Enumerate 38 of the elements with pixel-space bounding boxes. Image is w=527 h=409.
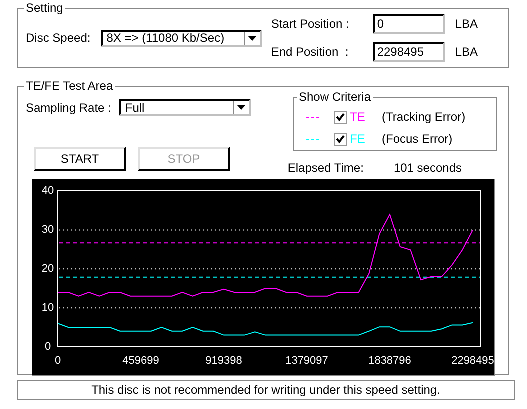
unit-label: LBA: [455, 45, 478, 59]
legend-label: FE: [350, 132, 366, 146]
field-label: Start Position :: [271, 17, 350, 31]
legend-description: (Focus Error): [382, 132, 453, 146]
x-tick-label: 1838796: [368, 355, 412, 367]
field-label: Sampling Rate :: [26, 100, 112, 114]
field-label: Disc Speed:: [26, 31, 91, 45]
checkbox[interactable]: [334, 132, 347, 146]
unit-label: LBA: [455, 17, 478, 31]
y-tick-label: 30: [42, 224, 54, 236]
checkbox[interactable]: [334, 110, 347, 124]
y-tick-label: 40: [42, 185, 54, 198]
legend-line: ---: [306, 110, 322, 124]
group-title: Show Criteria: [297, 90, 374, 104]
end-position-field[interactable]: 2298495: [373, 42, 446, 62]
start-position-field[interactable]: 0: [373, 14, 446, 34]
x-tick-label: 919398: [206, 355, 242, 367]
dropdown-arrow-icon: [248, 36, 257, 40]
x-tick-label: 2298495: [452, 355, 494, 367]
x-tick-label: 0: [54, 355, 62, 367]
group-title: TE/FE Test Area: [24, 79, 116, 93]
y-tick-label: 0: [44, 340, 52, 353]
elapsed-label: Elapsed Time:: [288, 161, 364, 175]
x-tick-label: 1379097: [286, 355, 328, 367]
x-tick-label: 459699: [122, 355, 160, 367]
y-tick-label: 20: [42, 263, 54, 276]
dropdown-arrow-icon: [237, 105, 246, 110]
elapsed-value: 101 seconds: [394, 161, 462, 175]
legend-line: ---: [306, 132, 322, 146]
legend-description: (Tracking Error): [382, 110, 466, 124]
action-button[interactable]: START: [34, 147, 126, 171]
group-title: Setting: [24, 1, 66, 15]
status-message: This disc is not recommended for writing under this speed setting.: [17, 380, 515, 400]
legend-label: TE: [350, 110, 366, 124]
sampling-rate-dropdown[interactable]: Full: [119, 99, 252, 116]
y-tick-label: 10: [42, 302, 54, 314]
disc-speed-dropdown[interactable]: 8X => (11080 Kb/Sec): [100, 30, 262, 46]
field-label: End Position :: [271, 45, 350, 59]
